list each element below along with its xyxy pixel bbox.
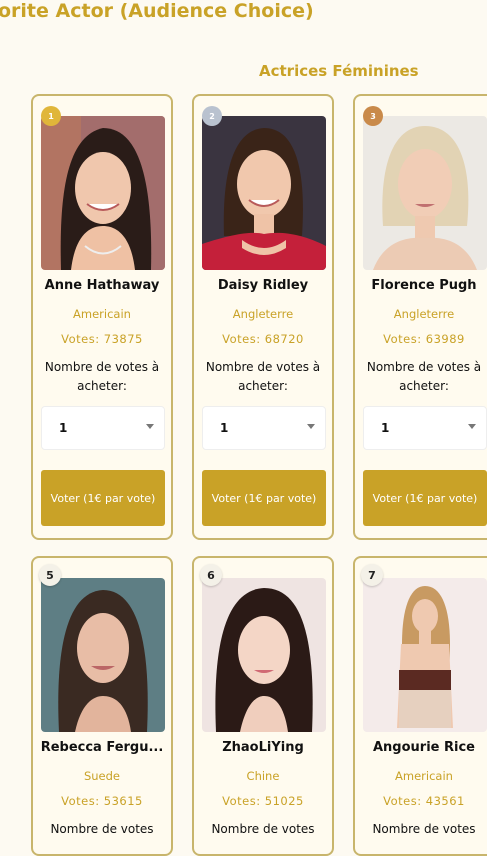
actress-card-florence-pugh: 3 Florence Pugh Angleterre Votes: 63989 …: [353, 94, 487, 540]
vote-button[interactable]: Voter (1€ par vote): [41, 470, 165, 526]
portrait-image: [41, 578, 165, 732]
actress-card-anne-hathaway: 1 Anne Hathaway Americain Votes: 73875 N…: [31, 94, 173, 540]
actress-name: Anne Hathaway: [44, 278, 160, 293]
actress-card-zhaoliying: 6 ZhaoLiYing Chine Votes: 51025 Nombre d…: [192, 556, 334, 856]
vote-count: Votes: 53615: [61, 794, 143, 808]
portrait-image: [363, 578, 487, 732]
rank-number: 2: [209, 111, 215, 121]
votes-quantity-select[interactable]: 1: [41, 406, 165, 450]
actress-country: Chine: [246, 769, 280, 783]
votes-to-buy-label: Nombre de votes: [372, 822, 476, 836]
vote-count: Votes: 63989: [383, 332, 465, 346]
section-title: Actrices Féminines: [259, 62, 419, 80]
bronze-medal-icon: 3: [363, 106, 383, 126]
vote-count: Votes: 43561: [383, 794, 465, 808]
selected-quantity: 1: [381, 421, 390, 435]
actress-name: Angourie Rice: [372, 740, 475, 755]
actress-country: Suede: [83, 769, 121, 783]
actress-photo: [363, 116, 487, 270]
selected-quantity: 1: [59, 421, 68, 435]
votes-to-buy-label: Nombre de votes à acheter:: [366, 360, 482, 393]
silver-medal-icon: 2: [202, 106, 222, 126]
votes-to-buy-label: Nombre de votes: [50, 822, 154, 836]
portrait-image: [363, 116, 487, 270]
actress-photo: [202, 578, 326, 732]
actress-name: Florence Pugh: [371, 278, 477, 293]
actress-country: Americain: [73, 307, 131, 321]
actress-name: Daisy Ridley: [217, 278, 309, 293]
vote-count: Votes: 51025: [222, 794, 304, 808]
votes-to-buy-label: Nombre de votes: [211, 822, 315, 836]
actress-country: Americain: [395, 769, 453, 783]
portrait-image: [41, 116, 165, 270]
vote-count: Votes: 73875: [61, 332, 143, 346]
votes-quantity-select[interactable]: 1: [363, 406, 487, 450]
actress-card-rebecca-ferguson: 5 Rebecca Fergu... Suede Votes: 53615 No…: [31, 556, 173, 856]
actress-card-angourie-rice: 7 Angourie Rice Americain Votes: 43561 N…: [353, 556, 487, 856]
vote-button[interactable]: Voter (1€ par vote): [363, 470, 487, 526]
selected-quantity: 1: [220, 421, 229, 435]
rank-badge: 5: [39, 564, 61, 586]
rank-badge: 7: [361, 564, 383, 586]
actress-country: Angleterre: [232, 307, 294, 321]
gold-medal-icon: 1: [41, 106, 61, 126]
votes-to-buy-label: Nombre de votes à acheter:: [44, 360, 160, 393]
actress-name: ZhaoLiYing: [222, 740, 304, 755]
portrait-image: [202, 116, 326, 270]
vote-button[interactable]: Voter (1€ par vote): [202, 470, 326, 526]
chevron-down-icon: [468, 424, 476, 429]
chevron-down-icon: [146, 424, 154, 429]
rank-number: 3: [370, 111, 376, 121]
actress-photo: [202, 116, 326, 270]
vote-count: Votes: 68720: [222, 332, 304, 346]
votes-to-buy-label: Nombre de votes à acheter:: [205, 360, 321, 393]
actress-name: Rebecca Fergu...: [40, 740, 164, 755]
votes-quantity-select[interactable]: 1: [202, 406, 326, 450]
actress-photo: [41, 578, 165, 732]
rank-number: 1: [48, 111, 54, 121]
actress-country: Angleterre: [393, 307, 455, 321]
page-title: orite Actor (Audience Choice): [0, 0, 314, 22]
rank-badge: 6: [200, 564, 222, 586]
actress-card-daisy-ridley: 2 Daisy Ridley Angleterre Votes: 68720 N…: [192, 94, 334, 540]
portrait-image: [202, 578, 326, 732]
chevron-down-icon: [307, 424, 315, 429]
actress-photo: [41, 116, 165, 270]
actress-photo: [363, 578, 487, 732]
